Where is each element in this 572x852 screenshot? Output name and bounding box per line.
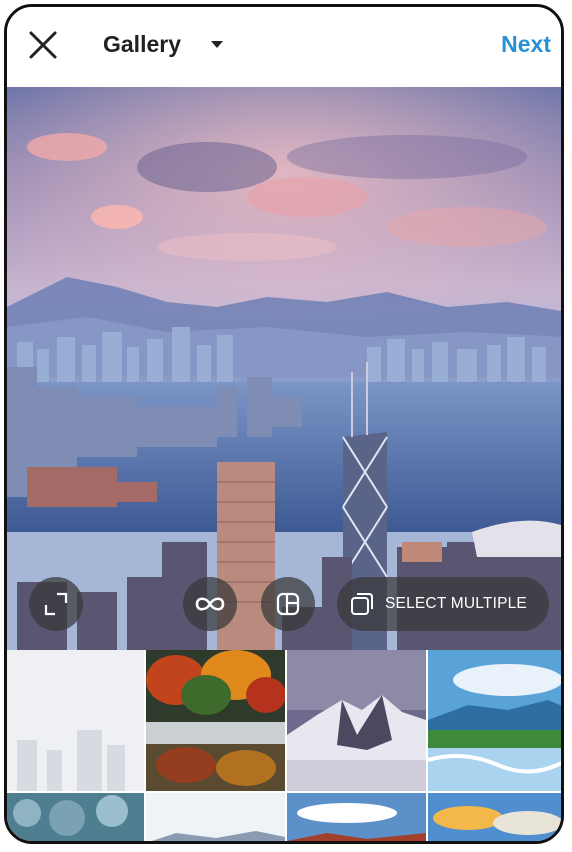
autumn-lake-image [146, 650, 285, 791]
photo-thumbnail[interactable] [287, 650, 426, 791]
misty-city-image [7, 650, 144, 791]
photo-thumbnail[interactable] [7, 793, 144, 841]
app-screen: Gallery Next SELECT MULTIPLE [4, 4, 564, 844]
photo-thumbnail[interactable] [428, 650, 561, 791]
coast-image [146, 793, 285, 841]
sunset-clouds-image [428, 793, 561, 841]
layout-icon [276, 592, 300, 616]
expand-icon [44, 592, 68, 616]
multiple-select-icon [351, 593, 373, 615]
photo-thumbnail[interactable] [7, 650, 144, 791]
mountain-river-image [428, 650, 561, 791]
frosty-trees-image [7, 793, 144, 841]
infinity-icon [195, 597, 225, 611]
top-bar: Gallery Next [7, 7, 561, 87]
photo-thumbnail[interactable] [428, 793, 561, 841]
next-button[interactable]: Next [501, 31, 551, 58]
photo-thumbnail[interactable] [146, 793, 285, 841]
boomerang-button[interactable] [183, 577, 237, 631]
chevron-down-icon [211, 41, 223, 48]
photo-thumbnail[interactable] [146, 650, 285, 791]
photo-thumbnail[interactable] [287, 793, 426, 841]
select-multiple-button[interactable]: SELECT MULTIPLE [337, 577, 549, 631]
layout-button[interactable] [261, 577, 315, 631]
page-title: Gallery [103, 31, 181, 57]
selected-photo-preview[interactable]: SELECT MULTIPLE [7, 87, 561, 650]
snowy-mountain-image [287, 650, 426, 791]
sky-image [287, 793, 426, 841]
close-button[interactable] [25, 27, 61, 63]
city-skyline-image [7, 87, 561, 650]
close-icon [29, 31, 57, 59]
gallery-dropdown[interactable]: Gallery [103, 31, 223, 58]
expand-button[interactable] [29, 577, 83, 631]
select-multiple-label: SELECT MULTIPLE [385, 595, 527, 612]
photo-grid [7, 650, 561, 841]
